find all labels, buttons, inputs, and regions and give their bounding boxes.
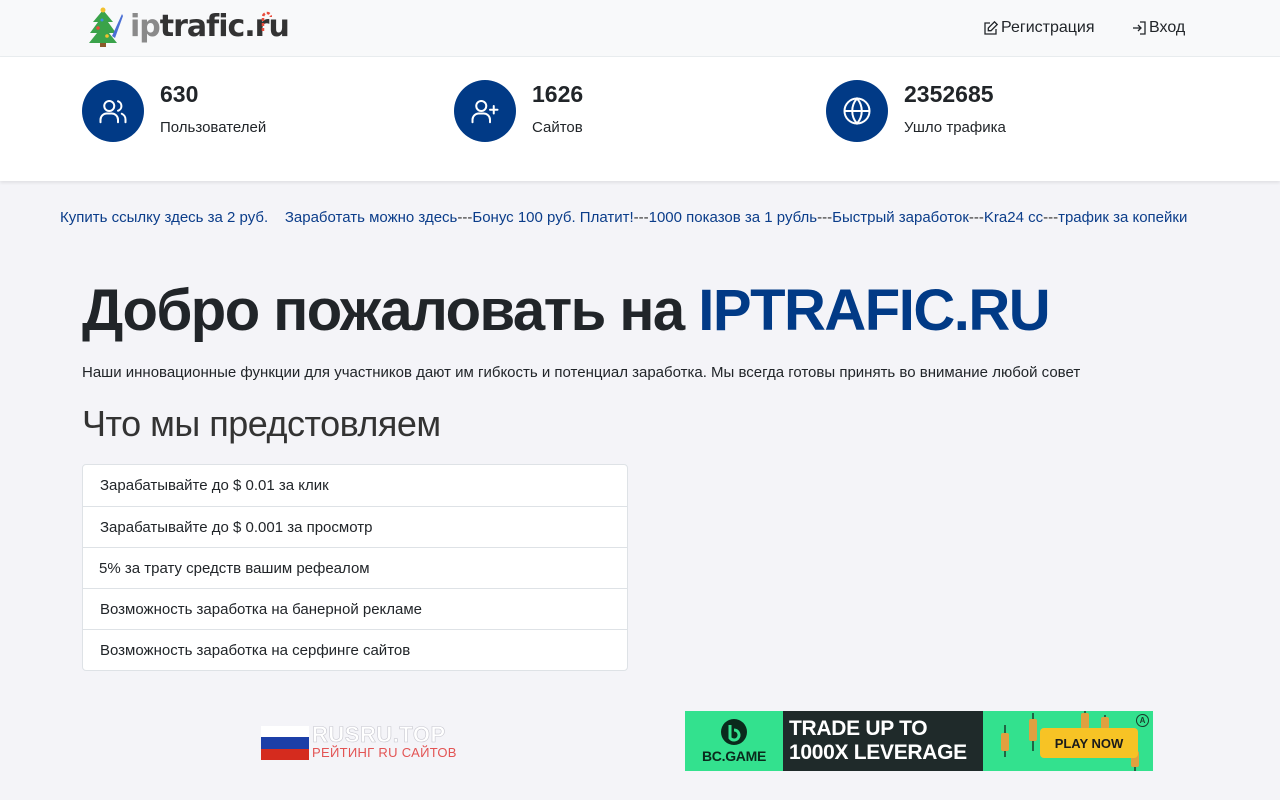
stat-icon-circle bbox=[454, 80, 516, 142]
list-item: Зарабатывайте до $ 0.001 за просмотр bbox=[83, 506, 627, 547]
stats-bar: 630 Пользователей 1626 Сайтов 2352685 Уш… bbox=[0, 57, 1280, 181]
title-prefix: Добро пожаловать на bbox=[82, 278, 685, 343]
navbar: iptrafic.ru Регистрация Вход bbox=[0, 0, 1280, 57]
stat-sites: 1626 Сайтов bbox=[454, 80, 583, 142]
stat-traffic: 2352685 Ушло трафика bbox=[826, 80, 1006, 142]
promo-link[interactable]: Бонус 100 руб. Платит! bbox=[472, 209, 633, 226]
bcgame-logo: BC.GAME bbox=[685, 711, 783, 771]
edit-icon bbox=[984, 20, 999, 35]
candy-cane-icon bbox=[260, 10, 273, 37]
stat-users: 630 Пользователей bbox=[82, 80, 266, 142]
login-icon bbox=[1133, 21, 1146, 35]
bcgame-brand: BC.GAME bbox=[701, 748, 766, 764]
stat-icon-circle bbox=[826, 80, 888, 142]
globe-icon bbox=[843, 96, 871, 126]
stat-traffic-value: 2352685 bbox=[904, 81, 994, 107]
list-item: 5% за трату средств вашим рефеалом bbox=[83, 547, 627, 588]
promo-link[interactable]: 1000 показов за 1 рубль bbox=[649, 209, 817, 226]
christmas-tree-icon bbox=[88, 6, 124, 48]
logo-prefix: ip bbox=[130, 9, 161, 44]
rusru-title: RUSRU.TOP bbox=[312, 722, 446, 747]
features-list: Зарабатывайте до $ 0.01 за клик Зарабаты… bbox=[82, 464, 628, 671]
stat-icon-circle bbox=[82, 80, 144, 142]
promo-link-buy[interactable]: Купить ссылку здесь за 2 руб. bbox=[60, 209, 268, 226]
promo-link[interactable]: Быстрый заработок bbox=[832, 209, 969, 226]
stat-sites-label: Сайтов bbox=[532, 119, 583, 136]
rusru-subtitle: РЕЙТИНГ RU САЙТОВ bbox=[312, 745, 457, 760]
section-subtitle: Что мы предстовляем bbox=[82, 403, 441, 444]
promo-link[interactable]: трафик за копейки bbox=[1058, 209, 1187, 226]
promo-links: Купить ссылку здесь за 2 руб. Заработать… bbox=[60, 208, 1187, 228]
separator: --- bbox=[633, 209, 649, 226]
bcgame-line1: TRADE UP TO bbox=[789, 717, 928, 740]
list-item: Возможность заработка на банерной реклам… bbox=[83, 588, 627, 629]
title-brand: IPTRAFIC.RU bbox=[698, 278, 1050, 343]
stat-users-value: 630 bbox=[160, 81, 199, 107]
stat-traffic-label: Ушло трафика bbox=[904, 119, 1006, 136]
page-title: Добро пожаловать на IPTRAFIC.RU bbox=[82, 278, 1051, 344]
bcgame-line2: 1000X LEVERAGE bbox=[789, 741, 967, 764]
register-label: Регистрация bbox=[1001, 19, 1095, 36]
stat-sites-value: 1626 bbox=[532, 81, 584, 107]
separator: --- bbox=[457, 209, 473, 226]
separator: --- bbox=[817, 209, 833, 226]
bcgame-ad-banner[interactable]: BC.GAME TRADE UP TO 1000X LEVERAGE PLAY … bbox=[685, 711, 1153, 771]
separator: --- bbox=[1043, 209, 1059, 226]
register-link[interactable]: Регистрация bbox=[983, 18, 1095, 38]
promo-link[interactable]: Kra24 cc bbox=[984, 209, 1043, 226]
rusru-banner[interactable]: RUSRU.TOP РЕЙТИНГ RU САЙТОВ bbox=[261, 722, 463, 761]
bcgame-headline: TRADE UP TO 1000X LEVERAGE bbox=[783, 711, 983, 771]
list-item: Возможность заработка на серфинге сайтов bbox=[83, 629, 627, 670]
site-logo[interactable]: iptrafic.ru bbox=[88, 6, 290, 48]
hero-description: Наши инновационные функции для участнико… bbox=[82, 364, 1081, 381]
login-link[interactable]: Вход bbox=[1131, 18, 1185, 38]
separator: --- bbox=[968, 209, 984, 226]
promo-link[interactable]: Заработать можно здесь bbox=[285, 209, 458, 226]
user-plus-icon bbox=[471, 100, 499, 124]
play-now-button[interactable]: PLAY NOW bbox=[1040, 728, 1138, 758]
stat-users-label: Пользователей bbox=[160, 119, 267, 136]
users-icon bbox=[99, 100, 127, 124]
russia-flag-icon bbox=[261, 726, 309, 760]
list-item: Зарабатывайте до $ 0.01 за клик bbox=[100, 477, 329, 494]
login-label: Вход bbox=[1149, 19, 1186, 36]
adchoices-icon[interactable]: A bbox=[1136, 714, 1149, 727]
bcgame-b-icon bbox=[721, 719, 747, 745]
